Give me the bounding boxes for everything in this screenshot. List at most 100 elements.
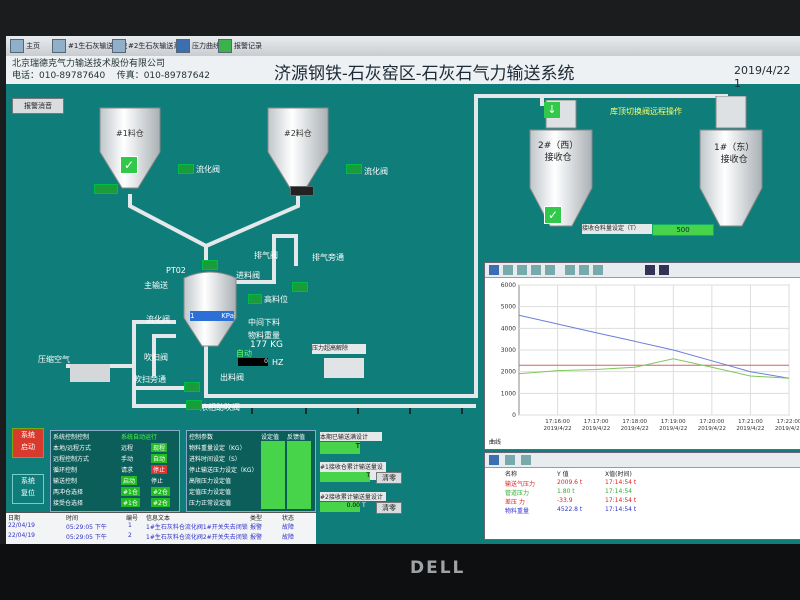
material-weight-display: 177 KG <box>250 340 283 350</box>
y-tick-label: 5000 <box>501 304 516 311</box>
alarm-col-date: 日期 <box>8 515 21 522</box>
hz-display: 0 <box>238 358 268 366</box>
receiving-silo-east-label: 1#（东） 接收仓 <box>714 143 755 165</box>
feed-valve[interactable] <box>202 260 218 270</box>
counter-3-clear-button[interactable]: 清零 <box>376 502 402 514</box>
counter-3-label: #2接收累计输送量设计 <box>320 492 386 501</box>
row-option-a[interactable]: 手动 <box>121 454 133 463</box>
row-option-a[interactable]: 远程 <box>121 443 133 452</box>
fluidize-valve-2[interactable] <box>346 164 362 174</box>
blow-valve-label: 吹扫阀 <box>144 353 168 362</box>
system-start-button[interactable]: 系统 启动 <box>12 428 44 458</box>
play-icon[interactable] <box>659 265 669 275</box>
silo-1-check-icon: ✓ <box>120 156 138 174</box>
first-icon[interactable] <box>565 265 575 275</box>
counter-2-clear-button[interactable]: 清零 <box>376 472 402 484</box>
y-tick-label: 6000 <box>501 282 516 289</box>
counter-1-value: T <box>320 442 360 454</box>
x-tick-label: 2019/4/22 <box>543 426 571 432</box>
alarm-log: 日期 时间 编号 信息文本 类型 状态 22/04/19 05:29:05 下午… <box>6 512 316 544</box>
legend-toolbar <box>485 453 800 468</box>
exhaust-bypass-label: 排气旁通 <box>312 253 344 262</box>
param-label: 定值压力设定值 <box>189 489 232 496</box>
alarm-row[interactable]: 22/04/19 05:29:05 下午 1 1#生石灰料仓流化阀1#开关失去闭… <box>6 522 316 532</box>
switch-valve-arrow-icon[interactable]: ↓ <box>544 102 560 118</box>
legend-row[interactable]: 差压 力 -33.9 17:14:54 t <box>505 497 636 506</box>
discharge-valve[interactable] <box>184 382 200 392</box>
stop-icon[interactable] <box>645 265 655 275</box>
legend-header-x: X值(时间) <box>605 471 632 478</box>
exhaust-valve-label: 排气阀 <box>254 251 278 260</box>
fluidize-valve-1-label: 流化阀 <box>196 165 220 174</box>
param-setpoint-inputs[interactable] <box>261 441 285 509</box>
silo-2-label: #2料仓 <box>284 129 312 138</box>
receiving-silo-west-label: 2#（西） 接收仓 <box>538 141 579 163</box>
pressure-display: 1 KPa <box>190 311 234 321</box>
legend-header-name: 名称 <box>505 471 518 478</box>
trend-mode-label: 曲线 <box>489 439 502 446</box>
row-option-b[interactable]: 自动 <box>151 454 168 463</box>
x-tick-label: 17:18:00 <box>622 419 647 425</box>
hz-unit: HZ <box>272 358 284 367</box>
high-level-indicator <box>248 294 262 304</box>
y-tick-label: 4000 <box>501 325 516 332</box>
row-label: 输送控制 <box>53 478 78 485</box>
exhaust-bypass-valve[interactable] <box>292 282 308 292</box>
alarm-col-type: 类型 <box>250 515 263 522</box>
row-option-a[interactable]: #1仓 <box>121 498 140 507</box>
alarm-col-state: 状态 <box>282 515 295 522</box>
row-option-b[interactable]: 现程 <box>151 443 168 452</box>
alarm-col-no: 编号 <box>126 515 139 522</box>
zoom-icon[interactable] <box>503 265 513 275</box>
row-label: 接受仓选择 <box>53 500 84 507</box>
alarm-row[interactable]: 22/04/19 05:29:05 下午 2 1#生石灰料仓流化阀2#开关失去闭… <box>6 532 316 542</box>
silo-1-outlet-valve[interactable] <box>94 184 118 194</box>
x-tick-label: 17:16:00 <box>545 419 570 425</box>
fluidize-valve-1[interactable] <box>178 164 194 174</box>
x-tick-label: 2019/4/22 <box>582 426 610 432</box>
system-reset-button[interactable]: 系统 复位 <box>12 474 44 504</box>
row-option-a[interactable]: 请求 <box>121 465 133 474</box>
x-tick-label: 2019/4/22 <box>621 426 649 432</box>
x-tick-label: 17:17:00 <box>584 419 609 425</box>
silo-setting-input[interactable]: 500 <box>652 224 714 236</box>
fluidize-valve-3-label: 流化阀 <box>146 315 170 324</box>
row-option-b[interactable]: 停止 <box>151 476 163 485</box>
next-icon[interactable] <box>593 265 603 275</box>
x-tick-label: 2019/4/22 <box>775 426 800 432</box>
dense-phase-valve[interactable] <box>186 400 202 410</box>
legend-row[interactable]: 物料重量 4522.8 t 17:14:54 t <box>505 506 636 515</box>
params-col-set: 设定值 <box>261 434 280 441</box>
monitor-bezel <box>0 544 800 600</box>
zoom-in-icon[interactable] <box>531 265 541 275</box>
alarm-col-time: 时间 <box>66 515 79 522</box>
silo-1-label: #1料仓 <box>116 129 144 138</box>
row-label: 本地/远程方式 <box>53 445 92 452</box>
param-label: 进料时间设定（S） <box>189 456 241 463</box>
table-icon[interactable] <box>505 455 515 465</box>
row-option-b[interactable]: #2仓 <box>151 487 170 496</box>
zoom-out-icon[interactable] <box>545 265 555 275</box>
blurred-box-right <box>324 358 364 378</box>
blow-bypass-label: 吹扫旁通 <box>134 375 166 384</box>
row-option-a[interactable]: #1仓 <box>121 487 140 496</box>
cursor-icon[interactable] <box>521 455 531 465</box>
legend-row[interactable]: 管道压力 1.80 t 17:14:54 <box>505 488 632 497</box>
trend-legend-table: 名称 Y 值 X值(时间) 输送气压力 2009.6 t 17:14:54 t 管道… <box>484 452 800 540</box>
legend-row[interactable]: 输送气压力 2009.6 t 17:14:54 t <box>505 479 636 488</box>
row-label: 循环控制 <box>53 467 78 474</box>
help-icon[interactable] <box>489 265 499 275</box>
feed-valve-label: 进料阀 <box>236 271 260 280</box>
prev-icon[interactable] <box>579 265 589 275</box>
counter-3-value: 0.00 <box>320 502 360 512</box>
pan-icon[interactable] <box>517 265 527 275</box>
params-title: 控制参数 <box>189 434 214 441</box>
help-icon[interactable] <box>489 455 499 465</box>
row-option-b[interactable]: 停止 <box>151 465 168 474</box>
row-option-b[interactable]: #2仓 <box>151 498 170 507</box>
x-tick-label: 17:21:00 <box>738 419 763 425</box>
counter-2-value: T <box>320 472 370 482</box>
legend-header-y: Y 值 <box>557 471 569 478</box>
row-option-a[interactable]: 启动 <box>121 476 138 485</box>
silo-2-outlet-valve[interactable] <box>290 186 314 196</box>
